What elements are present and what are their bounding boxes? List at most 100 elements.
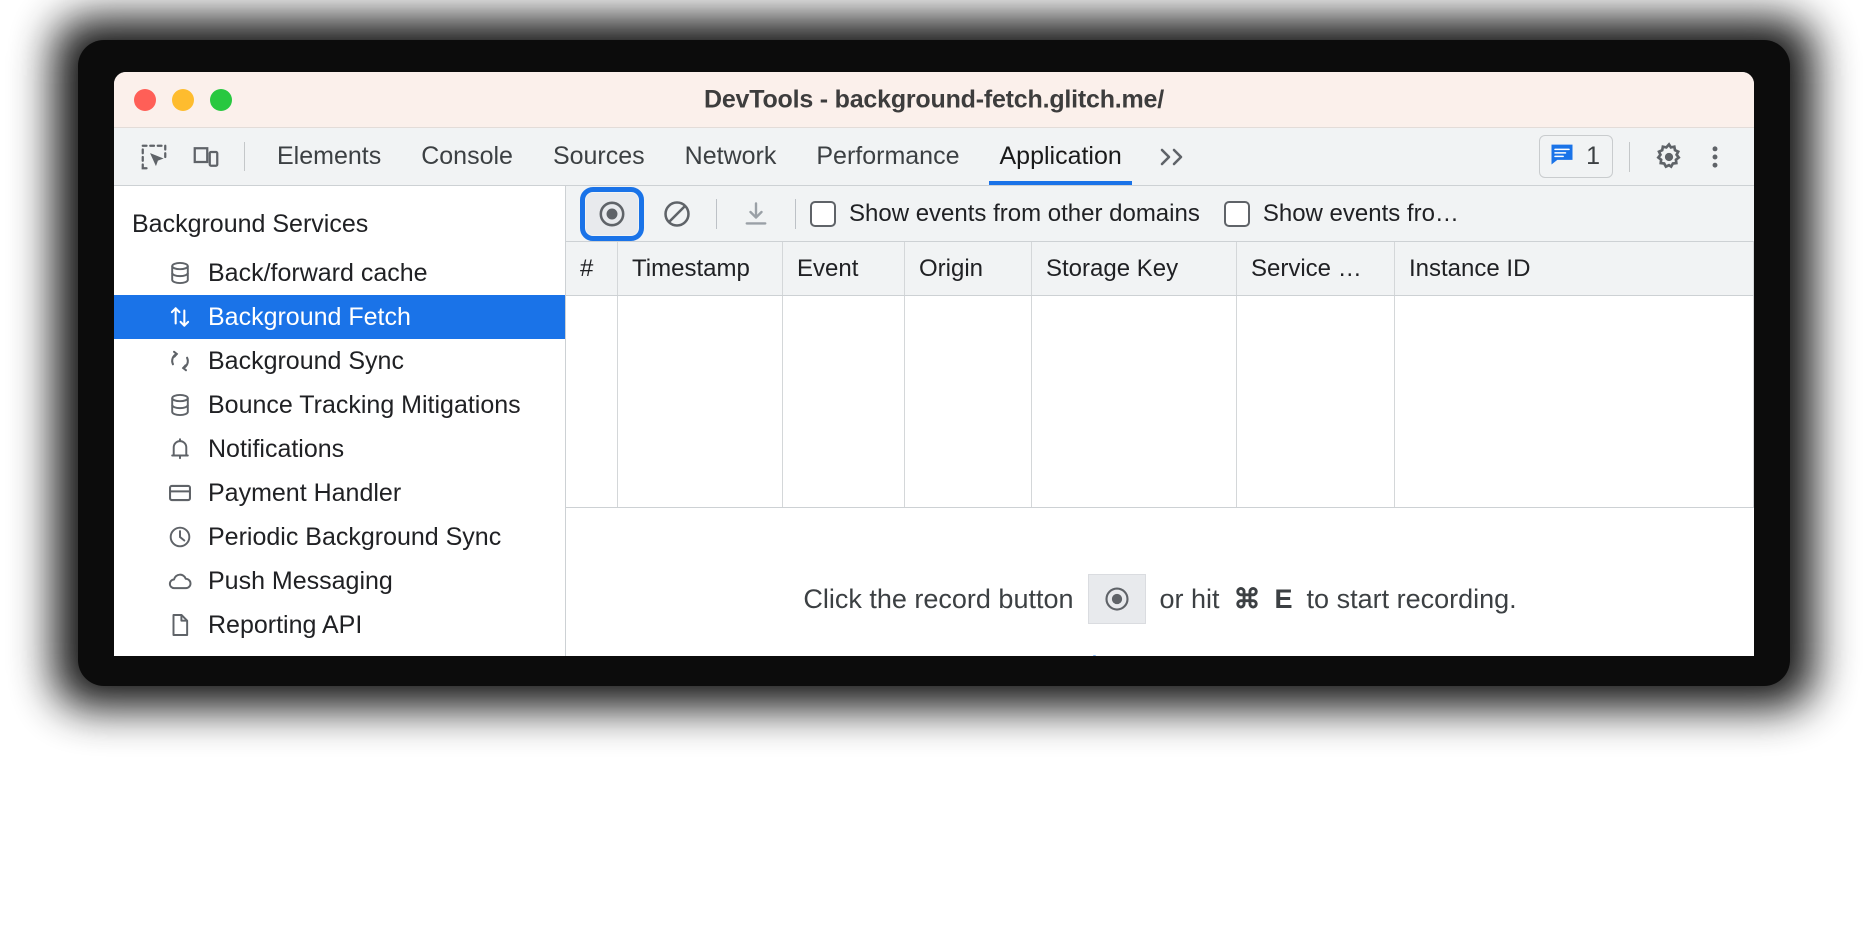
column-header-instance-id[interactable]: Instance ID [1395,242,1754,295]
devtools-tab-bar: Elements Console Sources Network Perform… [114,128,1754,186]
table-column [1395,296,1754,507]
empty-state-text-after: to start recording. [1306,583,1517,614]
column-label: Event [797,254,859,282]
tab-label: Network [684,142,777,170]
sidebar-item-reporting-api[interactable]: Reporting API [114,603,565,647]
tab-label: Application [999,142,1122,170]
sidebar-item-bounce-tracking-mitigations[interactable]: Bounce Tracking Mitigations [114,383,565,427]
sidebar-item-label: Back/forward cache [208,258,428,287]
show-events-truncated-checkbox[interactable]: Show events fro… [1223,199,1459,228]
device-toolbar-icon[interactable] [180,128,232,185]
checkbox-label: Show events from other domains [849,199,1200,227]
three-dot-menu-icon[interactable] [1692,143,1738,171]
shortcut-key: E [1274,583,1293,614]
issues-count: 1 [1586,142,1600,170]
empty-state: Click the record button or hit ⌘ E to st… [566,508,1754,656]
sidebar-item-push-messaging[interactable]: Push Messaging [114,559,565,603]
tab-label: Sources [552,142,645,170]
sidebar-item-label: Background Sync [208,346,404,375]
tab-label: Performance [816,142,960,170]
bell-icon [166,435,194,463]
empty-state-text-before: Click the record button [803,583,1074,614]
tab-label: Elements [277,142,382,170]
tab-performance[interactable]: Performance [796,128,979,185]
column-header-timestamp[interactable]: Timestamp [618,242,783,295]
table-column [1032,296,1237,507]
sidebar-item-background-fetch[interactable]: Background Fetch [114,295,565,339]
record-button[interactable] [580,186,644,241]
table-column [783,296,905,507]
sidebar-item-label: Reporting API [208,610,363,639]
sidebar-item-payment-handler[interactable]: Payment Handler [114,471,565,515]
tab-label: Console [421,142,513,170]
sync-refresh-icon [166,347,194,375]
more-tabs-chevron-icon[interactable] [1142,128,1204,185]
sidebar-item-label: Background Fetch [208,302,411,331]
column-label: Timestamp [632,254,750,282]
toolbar-divider [795,198,796,229]
table-column [905,296,1032,507]
checkbox-box [1223,200,1250,227]
download-icon[interactable] [731,193,781,235]
tab-sources[interactable]: Sources [533,128,665,185]
events-table-body [566,296,1754,508]
tab-bar-right-controls: 1 [1539,128,1754,185]
devtools-body: Background Services Back/forward cache B… [114,186,1754,656]
table-column [566,296,618,507]
sidebar-item-periodic-background-sync[interactable]: Periodic Background Sync [114,515,565,559]
issues-button[interactable]: 1 [1539,135,1613,178]
toolbar-divider [244,142,245,171]
column-label: Instance ID [1409,254,1531,282]
column-header-origin[interactable]: Origin [905,242,1032,295]
inline-record-icon [1087,574,1146,624]
column-header-index[interactable]: # [566,242,618,295]
events-table-header: # Timestamp Event Origin Storage Key Ser… [566,242,1754,296]
up-down-arrows-icon [166,303,194,331]
screenshot-root: DevTools - background-fetch.glitch.me/ E… [0,0,1868,932]
sidebar-item-label: Notifications [208,434,345,463]
sidebar-item-label: Payment Handler [208,478,402,507]
clock-icon [166,523,194,551]
table-column [618,296,783,507]
tab-application[interactable]: Application [979,128,1141,185]
clear-button[interactable] [652,193,702,235]
inspect-element-icon[interactable] [128,128,180,185]
show-events-other-domains-checkbox[interactable]: Show events from other domains [810,200,1200,228]
toolbar-divider [716,198,717,229]
checkbox-label: Show events fro… [1262,199,1459,227]
tab-elements[interactable]: Elements [257,128,401,185]
database-icon [166,391,194,419]
sidebar-item-back-forward-cache[interactable]: Back/forward cache [114,251,565,295]
sidebar-item-notifications[interactable]: Notifications [114,427,565,471]
shortcut-modifier-key: ⌘ [1233,583,1261,614]
database-icon [166,259,194,287]
column-label: Storage Key [1046,254,1179,282]
sidebar-item-label: Periodic Background Sync [208,522,502,551]
background-fetch-panel: Show events from other domains Show even… [566,186,1754,656]
column-header-storage-key[interactable]: Storage Key [1032,242,1237,295]
empty-state-shortcut-prefix: or hit [1159,583,1220,614]
cloud-icon [166,567,194,595]
panel-toolbar: Show events from other domains Show even… [566,186,1754,242]
column-header-service[interactable]: Service … [1237,242,1395,295]
sidebar-item-label: Push Messaging [208,566,393,595]
document-icon [166,611,194,639]
sidebar-item-label: Bounce Tracking Mitigations [208,390,521,419]
tab-network[interactable]: Network [665,128,797,185]
title-bar: DevTools - background-fetch.glitch.me/ [114,72,1754,128]
issues-message-icon [1548,140,1576,173]
column-label: Service … [1251,254,1362,282]
tab-console[interactable]: Console [401,128,533,185]
column-header-event[interactable]: Event [783,242,905,295]
window-title: DevTools - background-fetch.glitch.me/ [703,85,1165,113]
devtools-window: DevTools - background-fetch.glitch.me/ E… [114,72,1754,656]
empty-state-message: Click the record button or hit ⌘ E to st… [803,574,1517,624]
toolbar-divider [1629,141,1630,172]
column-label: Origin [919,254,984,282]
checkbox-box [810,200,836,227]
column-label: # [580,254,594,282]
learn-more-link[interactable]: Learn more [1091,650,1229,656]
table-column [1237,296,1395,507]
gear-icon[interactable] [1646,141,1692,173]
sidebar-item-background-sync[interactable]: Background Sync [114,339,565,383]
